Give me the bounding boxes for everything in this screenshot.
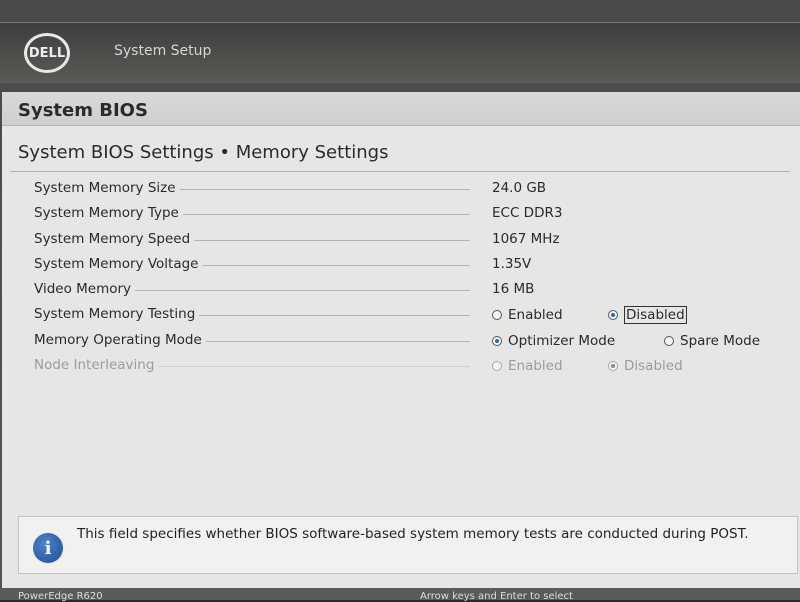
radio-unchecked-icon <box>492 361 502 372</box>
radio-label: Enabled <box>508 358 563 375</box>
main-panel: System BIOS System BIOS Settings • Memor… <box>2 92 800 600</box>
setting-value: 24.0 GB <box>492 180 547 196</box>
node-interleaving-radio-group: Enabled Disabled <box>492 356 792 376</box>
setting-label: System Memory Voltage <box>34 255 203 272</box>
footer-hint: Arrow keys and Enter to select <box>420 591 573 602</box>
help-panel: i This field specifies whether BIOS soft… <box>18 516 798 574</box>
info-icon: i <box>33 533 63 563</box>
help-text: This field specifies whether BIOS softwa… <box>77 526 749 542</box>
radio-label: Spare Mode <box>680 332 761 349</box>
setting-row-memory-size[interactable]: System Memory Size 24.0 GB <box>34 176 794 201</box>
setting-label: System Memory Size <box>34 180 180 196</box>
radio-label: Disabled <box>624 358 683 375</box>
node-interleaving-disabled-radio: Disabled <box>608 356 683 376</box>
breadcrumb: System BIOS Settings • Memory Settings <box>18 142 389 163</box>
dell-logo: DELL <box>24 33 70 73</box>
radio-label: Optimizer Mode <box>508 332 616 349</box>
setting-row-video-memory[interactable]: Video Memory 16 MB <box>34 277 794 302</box>
memory-testing-disabled-radio[interactable]: Disabled <box>608 305 687 325</box>
radio-label: Disabled <box>624 306 687 325</box>
settings-list: System Memory Size 24.0 GB System Memory… <box>34 176 794 378</box>
setting-value: 1067 MHz <box>492 230 560 247</box>
setting-label: Node Interleaving <box>34 357 159 374</box>
setting-row-memory-speed[interactable]: System Memory Speed 1067 MHz <box>34 227 794 252</box>
spare-mode-radio[interactable]: Spare Mode <box>664 331 760 351</box>
setting-row-memory-testing[interactable]: System Memory Testing Enabled Disabled <box>34 302 794 327</box>
memory-testing-enabled-radio[interactable]: Enabled <box>492 305 563 325</box>
radio-checked-icon <box>608 361 618 372</box>
app-title: System Setup <box>114 43 212 59</box>
setting-row-node-interleaving: Node Interleaving Enabled Disabled <box>34 353 794 378</box>
setting-value: 16 MB <box>492 281 535 298</box>
setting-value: 1.35V <box>492 255 532 272</box>
setup-header: DELL System Setup <box>0 22 800 83</box>
screen-frame: DELL System Setup System BIOS System BIO… <box>0 0 800 602</box>
setting-value: ECC DDR3 <box>492 205 563 222</box>
node-interleaving-enabled-radio: Enabled <box>492 356 563 376</box>
setting-label: System Memory Type <box>34 205 183 222</box>
radio-unchecked-icon <box>664 335 674 346</box>
page-title: System BIOS <box>18 100 148 121</box>
page-title-bar: System BIOS <box>2 92 800 126</box>
footer-model: PowerEdge R620 <box>18 591 103 602</box>
radio-unchecked-icon <box>492 310 502 321</box>
setting-row-memory-type[interactable]: System Memory Type ECC DDR3 <box>34 201 794 226</box>
radio-label: Enabled <box>508 307 563 324</box>
memory-testing-radio-group: Enabled Disabled <box>492 305 792 325</box>
optimizer-mode-radio[interactable]: Optimizer Mode <box>492 331 615 351</box>
setting-label: Memory Operating Mode <box>34 331 206 348</box>
setting-label: Video Memory <box>34 281 136 298</box>
radio-checked-icon <box>608 310 618 321</box>
operating-mode-radio-group: Optimizer Mode Spare Mode <box>492 331 792 351</box>
setting-row-memory-voltage[interactable]: System Memory Voltage 1.35V <box>34 252 794 277</box>
breadcrumb-divider <box>10 171 790 172</box>
setting-label: System Memory Speed <box>34 230 195 247</box>
radio-checked-icon <box>492 335 502 346</box>
setting-label: System Memory Testing <box>34 306 200 323</box>
setting-row-operating-mode[interactable]: Memory Operating Mode Optimizer Mode Spa… <box>34 328 794 353</box>
footer-bar: PowerEdge R620 Arrow keys and Enter to s… <box>0 588 800 602</box>
